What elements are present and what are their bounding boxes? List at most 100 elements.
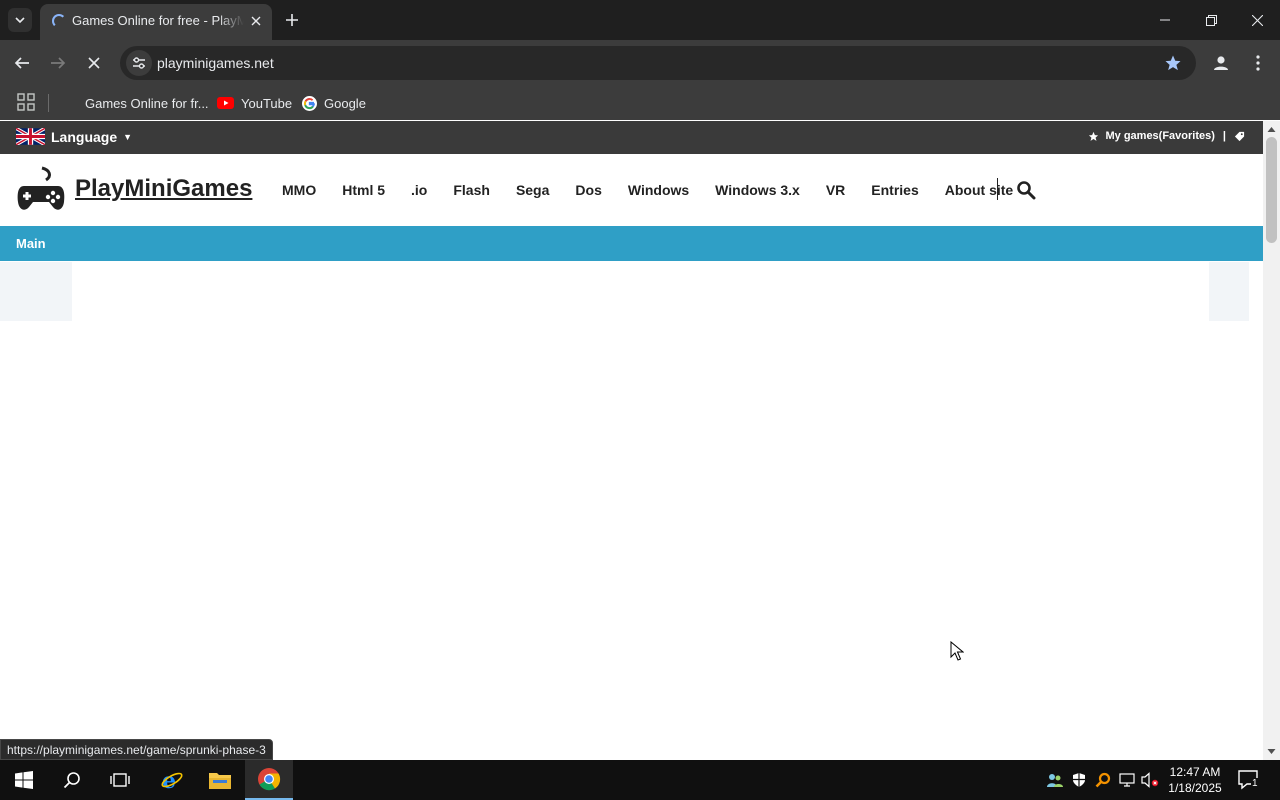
tag-icon[interactable]: [1234, 131, 1245, 142]
site-topbar: Language ▼ My games(Favorites) |: [0, 121, 1263, 154]
close-window-button[interactable]: [1234, 0, 1280, 40]
forward-button[interactable]: [42, 47, 74, 79]
nav-item-flash[interactable]: Flash: [453, 182, 490, 198]
gamepad-logo-icon[interactable]: [16, 164, 66, 214]
breadcrumb-main[interactable]: Main: [16, 236, 46, 251]
bookmark-star-button[interactable]: [1162, 52, 1184, 74]
tab-title: Games Online for free - PlayMiniGames: [72, 13, 244, 28]
scrollbar-thumb[interactable]: [1266, 137, 1277, 243]
magnifier-orange-icon: [1095, 772, 1111, 788]
ad-placeholder-left: [0, 262, 72, 321]
nav-item-windows[interactable]: Windows: [628, 182, 689, 198]
taskbar-file-explorer[interactable]: [196, 760, 244, 800]
stop-loading-button[interactable]: [78, 47, 110, 79]
task-view-button[interactable]: [96, 760, 144, 800]
clock-time: 12:47 AM: [1169, 765, 1221, 779]
windows-taskbar: e 12:47 AM 1/18/2025 1: [0, 760, 1280, 800]
tray-network-icon[interactable]: [1117, 770, 1137, 790]
youtube-icon: [217, 97, 234, 109]
topbar-separator: |: [1222, 130, 1226, 142]
bookmark-label: YouTube: [241, 95, 293, 111]
search-icon: [63, 772, 80, 789]
task-view-icon: [110, 773, 130, 787]
nav-item-html5[interactable]: Html 5: [342, 182, 385, 198]
chevron-down-icon: [15, 17, 25, 24]
people-icon: [1047, 774, 1063, 787]
browser-tab-active[interactable]: Games Online for free - PlayMiniGames: [40, 4, 272, 40]
nav-item-io[interactable]: .io: [411, 182, 427, 198]
uk-flag-icon: [16, 128, 45, 145]
nav-item-about-site[interactable]: About site: [945, 182, 1013, 198]
search-icon[interactable]: [1016, 180, 1036, 200]
start-button[interactable]: [0, 760, 48, 800]
shield-icon: [1073, 773, 1085, 787]
nav-item-windows-3x[interactable]: Windows 3.x: [715, 182, 800, 198]
folder-icon: [209, 773, 231, 789]
link-hover-status: https://playminigames.net/game/sprunki-p…: [0, 739, 273, 760]
site-favicon-icon: [64, 96, 78, 110]
tray-people-icon[interactable]: [1045, 770, 1065, 790]
action-center-button[interactable]: 1: [1236, 768, 1262, 792]
address-bar[interactable]: playminigames.net: [120, 46, 1196, 80]
close-icon: [1251, 14, 1263, 26]
tab-search-button[interactable]: [8, 8, 32, 32]
scroll-up-arrow-icon[interactable]: [1267, 125, 1276, 134]
url-text[interactable]: playminigames.net: [157, 55, 274, 71]
bookmarks-bar: Games Online for fr... YouTube Google: [0, 86, 1280, 120]
taskbar-internet-explorer[interactable]: e: [148, 760, 196, 800]
language-label: Language: [51, 128, 118, 145]
tray-security-icon[interactable]: [1069, 770, 1089, 790]
close-icon: [251, 16, 261, 26]
apps-grid-icon[interactable]: [16, 92, 36, 112]
restore-button[interactable]: [1188, 0, 1234, 40]
site-info-button[interactable]: [126, 50, 152, 76]
page-scrollbar[interactable]: [1263, 121, 1280, 760]
bookmark-youtube[interactable]: YouTube: [217, 92, 292, 114]
more-vert-icon: [1256, 55, 1260, 71]
nav-item-dos[interactable]: Dos: [575, 182, 601, 198]
nav-item-mmo[interactable]: MMO: [282, 182, 316, 198]
caret-down-icon: ▼: [123, 131, 133, 142]
nav-item-vr[interactable]: VR: [826, 182, 845, 198]
system-clock[interactable]: 12:47 AM 1/18/2025: [1162, 764, 1228, 796]
person-icon: [1214, 56, 1228, 70]
favorites-label: My games(Favorites): [1105, 130, 1215, 142]
bookmarks-divider: [48, 94, 49, 112]
page-viewport: Language ▼ My games(Favorites) | PlayMin…: [0, 121, 1263, 760]
minimize-icon: [1160, 19, 1170, 21]
nav-item-sega[interactable]: Sega: [516, 182, 549, 198]
arrow-right-icon: [51, 57, 66, 69]
minimize-button[interactable]: [1142, 0, 1188, 40]
tray-search-app-icon[interactable]: [1093, 770, 1113, 790]
language-selector[interactable]: Language ▼: [16, 128, 132, 145]
taskbar-search-button[interactable]: [48, 760, 96, 800]
ad-placeholder-right: [1209, 262, 1249, 321]
close-icon: [88, 57, 100, 69]
new-tab-button[interactable]: [280, 8, 304, 32]
restore-icon: [1205, 14, 1217, 26]
plus-icon: [286, 14, 298, 26]
chrome-menu-button[interactable]: [1248, 50, 1268, 76]
chrome-icon: [258, 768, 281, 791]
bookmark-google[interactable]: Google: [302, 92, 366, 114]
scroll-down-arrow-icon[interactable]: [1267, 747, 1276, 756]
nav-item-entries[interactable]: Entries: [871, 182, 918, 198]
network-disconnected-icon: [1119, 773, 1135, 787]
tune-icon: [133, 57, 145, 69]
browser-tab-strip: Games Online for free - PlayMiniGames: [0, 0, 1280, 40]
volume-muted-icon: [1141, 772, 1159, 788]
nav-divider: [997, 178, 998, 200]
star-icon: [1089, 131, 1099, 141]
profile-button[interactable]: [1208, 50, 1234, 76]
main-nav: MMO Html 5 .io Flash Sega Dos Windows Wi…: [282, 182, 1013, 198]
loading-spinner-icon: [52, 14, 66, 28]
tray-volume-icon[interactable]: [1140, 770, 1160, 790]
favorites-link[interactable]: My games(Favorites) |: [1088, 130, 1245, 142]
site-logo-link[interactable]: PlayMiniGames: [75, 175, 252, 203]
bookmark-label: Google: [324, 95, 366, 111]
bookmark-playminigames[interactable]: Games Online for fr...: [64, 92, 209, 114]
taskbar-chrome[interactable]: [245, 760, 293, 800]
back-button[interactable]: [6, 47, 38, 79]
tab-close-button[interactable]: [246, 11, 266, 31]
internet-explorer-icon: e: [161, 768, 183, 792]
